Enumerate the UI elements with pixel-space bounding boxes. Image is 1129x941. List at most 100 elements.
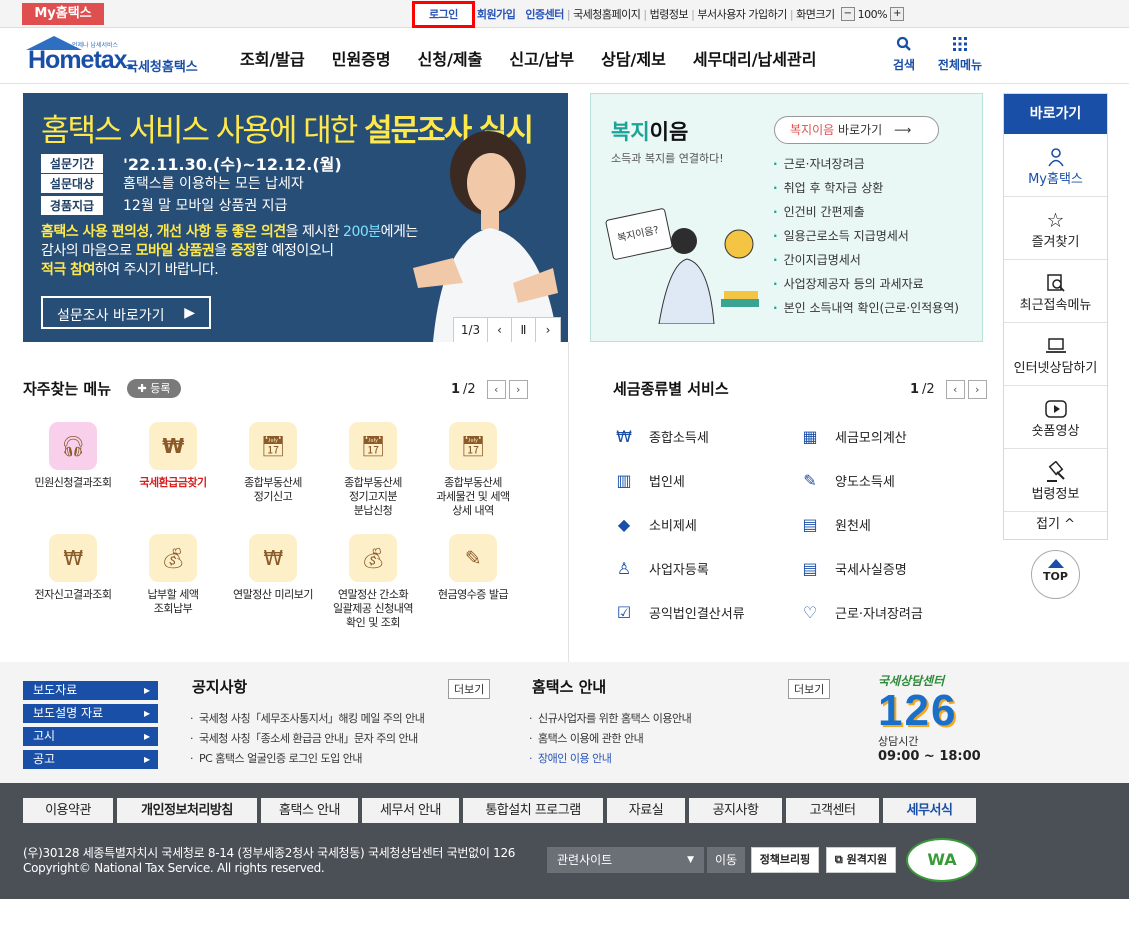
nav-consult[interactable]: 상담/제보 xyxy=(601,46,666,70)
calendar-edit-icon: 📅︎ xyxy=(249,422,297,470)
scroll-top-button[interactable]: TOP xyxy=(1031,550,1080,599)
fav-property-tax-installment[interactable]: 📅︎ 종합부동산세 정기고지분 분납신청 xyxy=(323,422,423,518)
calendar-check-icon: 📅︎ xyxy=(349,422,397,470)
nts-homepage-link[interactable]: 국세청홈페이지 xyxy=(573,6,641,22)
tax-simulation[interactable]: ▦ 세금모의계산 xyxy=(797,423,906,449)
prev-page-button[interactable]: ‹ xyxy=(486,380,506,399)
tax-earned-income-credit[interactable]: ♡ 근로·자녀장려금 xyxy=(797,599,923,625)
nav-apply[interactable]: 신청/제출 xyxy=(418,46,483,70)
notice-item[interactable]: PC 홈택스 얼굴인증 로그인 도입 안내 xyxy=(190,749,424,769)
quick-fold-button[interactable]: 접기 ^ xyxy=(1004,512,1107,539)
welfare-item[interactable]: 일용근로소득 지급명세서 xyxy=(773,224,959,248)
fav-label: 연말정산 미리보기 xyxy=(233,588,313,601)
fav-e-filing-result[interactable]: ₩ 전자신고결과조회 xyxy=(23,534,123,602)
announcement-button[interactable]: 공고 ▸ xyxy=(23,750,158,769)
fav-year-end-simplified[interactable]: 💰︎ 연말정산 간소화 일괄제공 신청내역 확인 및 조회 xyxy=(323,534,423,630)
fav-complaint-result[interactable]: 🎧︎ 민원신청결과조회 xyxy=(23,422,123,490)
fav-refund-search[interactable]: ₩ 국세환급금찾기 xyxy=(123,422,223,490)
header: 언제나 납세서비스 Hometax. 국세청홈택스 조회/발급 민원증명 신청/… xyxy=(0,28,1129,84)
calculator-icon: ▦ xyxy=(802,426,818,446)
remote-support-button[interactable]: ⧉ 원격지원 xyxy=(826,847,896,873)
cert-center-link[interactable]: 인증센터 xyxy=(525,6,564,22)
tax-corporate[interactable]: ▥ 법인세 xyxy=(611,467,684,493)
all-menu-button[interactable]: 전체메뉴 xyxy=(935,36,985,73)
welfare-item[interactable]: 인건비 간편제출 xyxy=(773,200,959,224)
fav-property-tax-detail[interactable]: 📅︎ 종합부동산세 과세물건 및 세액 상세 내역 xyxy=(423,422,523,518)
tax-public-interest-settlement[interactable]: ☑ 공익법인결산서류 xyxy=(611,599,745,625)
footer-install-link[interactable]: 통합설치 프로그램 xyxy=(463,798,603,823)
welfare-item[interactable]: 본인 소득내역 확인(근로·인적용역) xyxy=(773,296,959,320)
quick-law-info[interactable]: 법령정보 xyxy=(1004,449,1107,512)
footer-library-link[interactable]: 자료실 xyxy=(607,798,685,823)
favorites-add-button[interactable]: ✚ 등록 xyxy=(127,379,181,398)
laptop-icon xyxy=(1004,335,1107,357)
footer-support-link[interactable]: 고객센터 xyxy=(786,798,879,823)
nav-inquiry[interactable]: 조회/발급 xyxy=(240,46,305,70)
banner-prev-button[interactable]: ‹ xyxy=(488,318,512,342)
quick-online-consult[interactable]: 인터넷상담하기 xyxy=(1004,323,1107,386)
gavel-icon xyxy=(1004,461,1107,483)
quick-recent-menu[interactable]: 최근접속메뉴 xyxy=(1004,260,1107,323)
footer-terms-link[interactable]: 이용약관 xyxy=(23,798,113,823)
login-link[interactable]: 로그인 xyxy=(412,0,475,28)
tax-global-income[interactable]: ₩ 종합소득세 xyxy=(611,423,709,449)
prev-page-button[interactable]: ‹ xyxy=(945,380,965,399)
welfare-item[interactable]: 간이지급명세서 xyxy=(773,248,959,272)
notice-item[interactable]: 국세청 사칭「종소세 환급금 안내」문자 주의 안내 xyxy=(190,729,424,749)
quick-shortform-video[interactable]: 숏폼영상 xyxy=(1004,386,1107,449)
banner-next-button[interactable]: › xyxy=(536,318,560,342)
tax-capital-gains[interactable]: ✎ 양도소득세 xyxy=(797,467,895,493)
footer-guide-link[interactable]: 홈택스 안내 xyxy=(261,798,358,823)
zoom-out-button[interactable]: − xyxy=(840,7,855,21)
zoom-in-button[interactable]: + xyxy=(890,7,905,21)
quick-favorites[interactable]: ☆ 즐겨찾기 xyxy=(1004,197,1107,260)
policy-briefing-button[interactable]: 정책브리핑 xyxy=(751,847,819,873)
tax-business-registration[interactable]: ♙ 사업자등록 xyxy=(611,555,709,581)
myhometax-tab[interactable]: My홈택스 xyxy=(22,3,104,25)
law-info-link[interactable]: 법령정보 xyxy=(650,6,689,22)
press-release-button[interactable]: 보도자료 ▸ xyxy=(23,681,158,700)
welfare-item[interactable]: 사업장제공자 등의 과세자료 xyxy=(773,272,959,296)
desc-text: 하여 주시기 바랍니다. xyxy=(94,262,219,278)
footer-office-link[interactable]: 세무서 안내 xyxy=(362,798,459,823)
nav-report-pay[interactable]: 신고/납부 xyxy=(509,46,574,70)
guide-item[interactable]: 홈택스 이용에 관한 안내 xyxy=(529,729,691,749)
related-go-button[interactable]: 이동 xyxy=(707,847,745,873)
tax-consumption[interactable]: ◆ 소비제세 xyxy=(611,511,697,537)
dept-user-signup-link[interactable]: 부서사용자 가입하기 xyxy=(697,6,787,22)
welfare-item[interactable]: 근로·자녀장려금 xyxy=(773,152,959,176)
nav-tax-agent[interactable]: 세무대리/납세관리 xyxy=(693,46,817,70)
banner-row-target: 설문대상 홈택스를 이용하는 모든 납세자 xyxy=(41,173,304,193)
tax-withholding[interactable]: ▤ 원천세 xyxy=(797,511,870,537)
signup-link[interactable]: 회원가입 xyxy=(477,6,516,22)
guide-more-button[interactable]: 더보기 xyxy=(788,679,831,699)
quick-myhometax[interactable]: My홈택스 xyxy=(1004,134,1107,197)
welfare-item[interactable]: 취업 후 학자금 상환 xyxy=(773,176,959,200)
survey-go-button[interactable]: 설문조사 바로가기 ▶ xyxy=(41,296,211,329)
tax-fact-certificate[interactable]: ▤ 국세사실증명 xyxy=(797,555,906,581)
banner-pause-button[interactable]: Ⅱ xyxy=(512,318,536,342)
next-page-button[interactable]: › xyxy=(508,380,528,399)
notice-more-button[interactable]: 더보기 xyxy=(448,679,491,699)
guide-item[interactable]: 신규사업자를 위한 홈택스 이용안내 xyxy=(529,709,692,729)
fav-cash-receipt[interactable]: ✎ 현금영수증 발급 xyxy=(423,534,523,602)
next-page-button[interactable]: › xyxy=(967,380,987,399)
banner-row-label: 설문대상 xyxy=(41,173,103,193)
welfare-go-button[interactable]: 복지이음 바로가기 ⟶ xyxy=(774,116,939,144)
fav-year-end-preview[interactable]: ₩ 연말정산 미리보기 xyxy=(223,534,323,602)
survey-banner[interactable]: 홈택스 서비스 사용에 대한 설문조사 실시 설문기간 '22.11.30.(수)… xyxy=(23,93,568,342)
footer-notice-link[interactable]: 공지사항 xyxy=(689,798,782,823)
fav-property-tax-report[interactable]: 📅︎ 종합부동산세 정기신고 xyxy=(223,422,323,504)
search-button[interactable]: 검색 xyxy=(892,36,916,73)
related-sites-select[interactable]: 관련사이트 ▼ xyxy=(547,847,704,873)
guide-item[interactable]: 장애인 이용 안내 xyxy=(529,749,691,769)
notification-button[interactable]: 고시 ▸ xyxy=(23,727,158,746)
press-explanation-button[interactable]: 보도설명 자료 ▸ xyxy=(23,704,158,723)
nav-certificates[interactable]: 민원증명 xyxy=(332,46,391,70)
hometax-logo[interactable]: 언제나 납세서비스 Hometax. 국세청홈택스 xyxy=(22,34,212,78)
footer-privacy-link[interactable]: 개인정보처리방침 xyxy=(117,798,257,823)
footer-forms-link[interactable]: 세무서식 xyxy=(883,798,976,823)
welfare-btn-rest: 바로가기 xyxy=(834,123,883,137)
notice-item[interactable]: 국세청 사칭「세무조사통지서」해킹 메일 주의 안내 xyxy=(190,709,425,729)
fav-tax-payment[interactable]: 💰︎ 납부할 세액 조회납부 xyxy=(123,534,223,616)
